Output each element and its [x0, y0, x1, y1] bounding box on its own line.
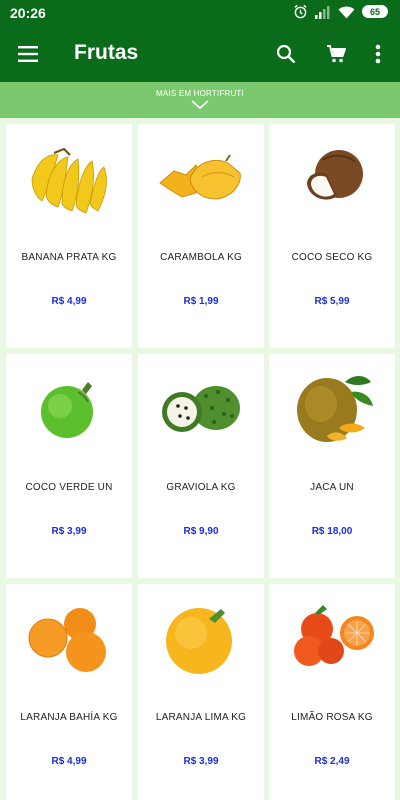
product-name: BANANA PRATA KG: [21, 252, 117, 263]
cart-icon: [327, 45, 346, 63]
product-name: LIMÃO ROSA KG: [291, 712, 373, 723]
product-card[interactable]: COCO VERDE UN R$ 3,99: [6, 354, 132, 578]
product-card[interactable]: GRAVIOLA KG R$ 9,90: [138, 354, 264, 578]
product-card[interactable]: LARANJA LIMA KG R$ 3,99: [138, 584, 264, 800]
hamburger-icon: [18, 46, 38, 62]
lime-orange-image: [138, 584, 264, 694]
product-price: R$ 3,99: [183, 756, 219, 767]
product-card[interactable]: JACA UN R$ 18,00: [269, 354, 395, 578]
rangpur-lime-image: [269, 584, 395, 694]
product-card[interactable]: LIMÃO ROSA KG R$ 2,49: [269, 584, 395, 800]
product-name: LARANJA LIMA KG: [155, 712, 247, 723]
product-card[interactable]: LARANJA BAHÍA KG R$ 4,99: [6, 584, 132, 800]
cart-button[interactable]: [322, 40, 350, 68]
menu-button[interactable]: [14, 40, 42, 68]
product-card[interactable]: BANANA PRATA KG R$ 4,99: [6, 124, 132, 348]
soursop-image: [138, 354, 264, 464]
product-price: R$ 3,99: [51, 526, 87, 537]
product-card[interactable]: COCO SECO KG R$ 5,99: [269, 124, 395, 348]
dry-coconut-image: [269, 124, 395, 234]
more-vert-icon: [375, 44, 381, 64]
search-button[interactable]: [272, 40, 300, 68]
product-price: R$ 5,99: [314, 296, 350, 307]
starfruit-image: [138, 124, 264, 234]
product-name: COCO VERDE UN: [25, 482, 113, 493]
product-price: R$ 9,90: [183, 526, 219, 537]
orange-image: [6, 584, 132, 694]
product-name: COCO SECO KG: [291, 252, 373, 263]
jackfruit-image: [269, 354, 395, 464]
battery-icon: 65: [362, 5, 388, 18]
product-grid: BANANA PRATA KG R$ 4,99 CARAMBOLA KG R$ …: [0, 118, 400, 800]
product-price: R$ 2,49: [314, 756, 350, 767]
product-name: JACA UN: [310, 482, 354, 493]
app-bar: Frutas: [0, 26, 400, 82]
product-name: CARAMBOLA KG: [160, 252, 242, 263]
banana-image: [6, 124, 132, 234]
product-price: R$ 4,99: [51, 756, 87, 767]
product-price: R$ 4,99: [51, 296, 87, 307]
product-card[interactable]: CARAMBOLA KG R$ 1,99: [138, 124, 264, 348]
product-price: R$ 18,00: [311, 526, 353, 537]
banner-label: MAIS EM HORTIFRUTI: [156, 89, 244, 98]
status-time: 20:26: [10, 5, 46, 21]
wifi-icon: [338, 5, 355, 19]
page-title: Frutas: [74, 41, 139, 64]
green-coconut-image: [6, 354, 132, 464]
product-name: LARANJA BAHÍA KG: [20, 712, 118, 723]
chevron-down-icon: [191, 100, 209, 110]
more-options-button[interactable]: [364, 40, 392, 68]
status-icons: 65: [293, 4, 388, 19]
product-price: R$ 1,99: [183, 296, 219, 307]
product-name: GRAVIOLA KG: [166, 482, 236, 493]
status-bar: 20:26 65: [0, 0, 400, 26]
more-category-banner[interactable]: MAIS EM HORTIFRUTI: [0, 82, 400, 118]
signal-icon: [315, 5, 331, 19]
search-icon: [276, 44, 296, 64]
alarm-icon: [293, 4, 308, 19]
